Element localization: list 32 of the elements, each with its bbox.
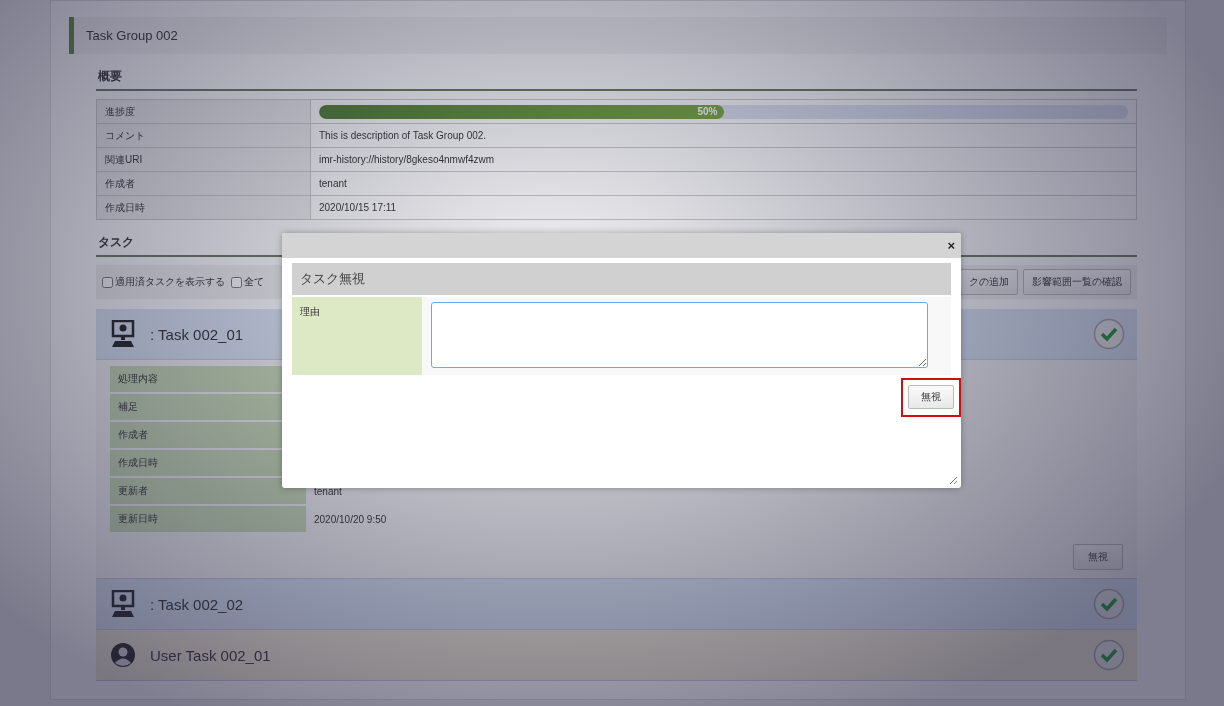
resize-grip-icon: [948, 475, 958, 485]
task-name: User Task 002_01: [150, 646, 272, 664]
task-group-title: Task Group 002: [69, 17, 1167, 54]
reason-field[interactable]: [431, 302, 928, 368]
close-button[interactable]: ×: [947, 239, 955, 252]
ignore-button[interactable]: 無視: [1073, 544, 1123, 570]
field-label: 理由: [292, 297, 422, 375]
row-label: コメント: [96, 123, 311, 148]
row-label: 関連URI: [96, 147, 311, 172]
filter-checkbox[interactable]: [102, 276, 113, 288]
task-header[interactable]: : Task 002_02: [96, 579, 1137, 630]
row-value: This is description of Task Group 002.: [310, 123, 1137, 148]
task-name: : Task 002_01: [150, 325, 245, 343]
row-label: 進捗度: [96, 99, 311, 124]
user-icon: [108, 641, 138, 669]
detail-label: 更新日時: [110, 505, 306, 533]
row-label: 作成日時: [96, 195, 311, 220]
task-header[interactable]: User Task 002_01: [96, 630, 1137, 681]
dialog-heading: タスク無視: [292, 263, 951, 295]
task-name: : Task 002_02: [150, 595, 245, 613]
progress-reading: 50%: [697, 106, 718, 117]
filter-label: 適用済タスクを表示する: [115, 275, 225, 289]
section-heading: 概要: [96, 54, 1137, 91]
filter-label: 全て: [244, 275, 264, 289]
ignore-button[interactable]: 無視: [908, 385, 954, 409]
row-value: tenant: [310, 171, 1137, 196]
row-value: 2020/10/15 17:11: [310, 195, 1137, 220]
row-label: 作成者: [96, 171, 311, 196]
detail-value: 2020/10/20 9:50: [306, 505, 1123, 533]
toolbar-button[interactable]: クの追加: [960, 269, 1018, 295]
filter-checkbox[interactable]: [231, 276, 242, 288]
row-value: imr-history://history/8gkeso4nmwf4zwm: [310, 147, 1137, 172]
